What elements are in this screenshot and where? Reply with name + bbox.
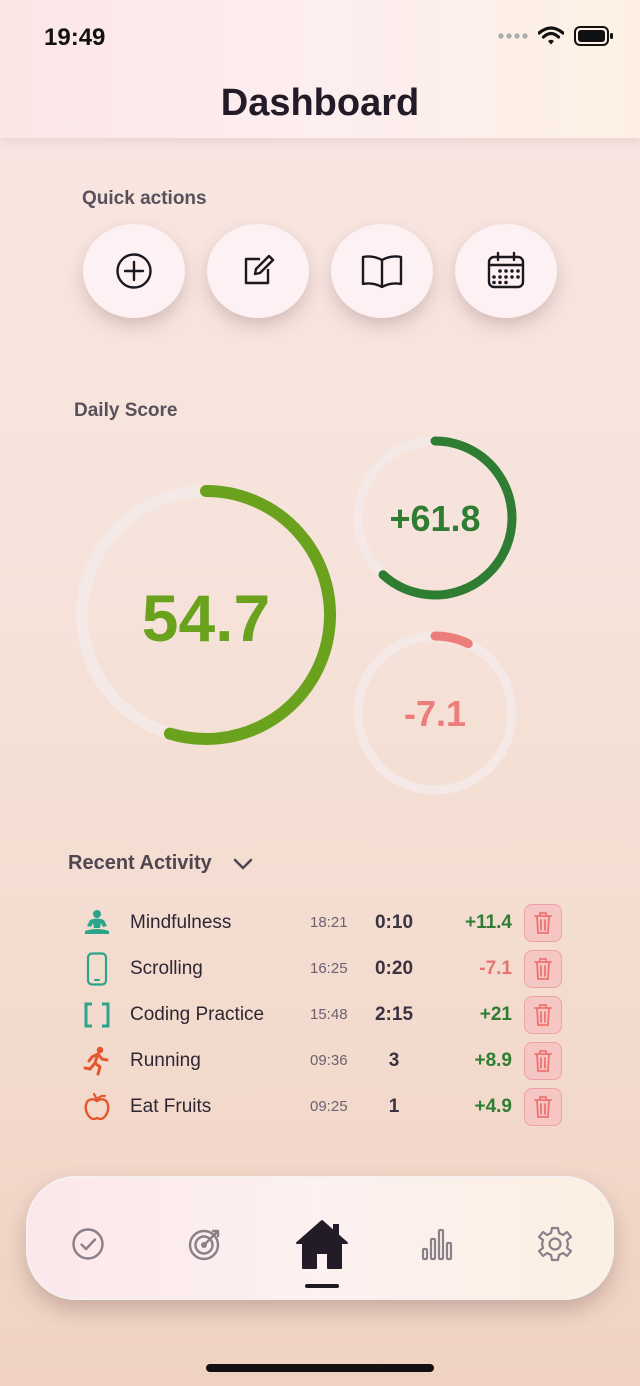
bar-chart-icon (421, 1228, 453, 1261)
activity-time: 09:36 (310, 1052, 348, 1069)
home-icon (296, 1220, 348, 1269)
activity-list: Mindfulness 18:21 0:10 +11.4 Scrolling 1… (76, 900, 576, 1130)
status-time: 19:49 (44, 24, 106, 51)
edit-note-icon (244, 254, 275, 285)
tab-settings[interactable] (523, 1212, 587, 1276)
tab-goals[interactable] (173, 1212, 237, 1276)
activity-score: +11.4 (464, 912, 512, 933)
activity-duration: 2:15 (374, 1004, 414, 1025)
activity-duration: 0:20 (374, 958, 414, 979)
trash-icon (534, 958, 552, 980)
activity-row[interactable]: Scrolling 16:25 0:20 -7.1 (76, 946, 576, 992)
home-indicator (206, 1364, 434, 1372)
calendar-icon (487, 251, 525, 289)
delete-activity-button[interactable] (524, 1042, 562, 1080)
activity-name: Running (130, 1050, 201, 1071)
activity-row[interactable]: Eat Fruits 09:25 1 +4.9 (76, 1084, 576, 1130)
main-score-value: 54.7 (141, 581, 271, 655)
running-icon (80, 1044, 114, 1078)
activity-score: +4.9 (474, 1096, 512, 1117)
activity-score: -7.1 (479, 958, 512, 979)
cellular-signal-icon (498, 33, 528, 39)
negative-score-value: -7.1 (403, 693, 467, 734)
wifi-icon (538, 26, 564, 45)
delete-activity-button[interactable] (524, 996, 562, 1034)
quick-actions-label: Quick actions (82, 188, 207, 209)
trash-icon (534, 912, 552, 934)
battery-icon (574, 26, 613, 46)
tab-stats[interactable] (406, 1212, 470, 1276)
activity-name: Mindfulness (130, 912, 232, 933)
activity-row[interactable]: Mindfulness 18:21 0:10 +11.4 (76, 900, 576, 946)
activity-name: Eat Fruits (130, 1096, 212, 1117)
tab-bar (26, 1176, 614, 1300)
trash-icon (534, 1004, 552, 1026)
check-circle-icon (72, 1228, 104, 1260)
chevron-down-icon (233, 858, 253, 869)
target-icon (188, 1229, 220, 1261)
tab-home[interactable] (290, 1212, 354, 1276)
activity-duration: 3 (388, 1050, 400, 1071)
activity-name: Coding Practice (130, 1004, 265, 1025)
activity-duration: 0:10 (374, 912, 414, 933)
code-brackets-icon (80, 998, 114, 1032)
recent-activity-toggle[interactable]: Recent Activity (68, 852, 254, 875)
phone-icon (80, 952, 114, 986)
activity-score: +21 (479, 1004, 512, 1025)
activity-duration: 1 (388, 1096, 400, 1117)
calendar-button[interactable] (455, 224, 557, 318)
page-title: Dashboard (220, 82, 420, 124)
delete-activity-button[interactable] (524, 1088, 562, 1126)
activity-time: 16:25 (310, 960, 348, 977)
status-bar: 19:49 (0, 0, 640, 80)
delete-activity-button[interactable] (524, 904, 562, 942)
positive-score-value: +61.8 (389, 498, 481, 539)
tab-tasks[interactable] (56, 1212, 120, 1276)
settings-gear-icon (537, 1226, 573, 1262)
add-circle-icon (116, 253, 152, 289)
status-icons (498, 26, 614, 46)
add-entry-button[interactable] (83, 224, 185, 318)
negative-score-ring-arc (430, 631, 473, 649)
trash-icon (534, 1050, 552, 1072)
edit-note-button[interactable] (207, 224, 309, 318)
daily-score-label: Daily Score (74, 400, 178, 421)
trash-icon (534, 1096, 552, 1118)
book-icon (361, 255, 403, 289)
activity-time: 09:25 (310, 1098, 348, 1115)
activity-row[interactable]: Coding Practice 15:48 2:15 +21 (76, 992, 576, 1038)
journal-button[interactable] (331, 224, 433, 318)
activity-time: 15:48 (310, 1006, 348, 1023)
activity-row[interactable]: Running 09:36 3 +8.9 (76, 1038, 576, 1084)
delete-activity-button[interactable] (524, 950, 562, 988)
activity-time: 18:21 (310, 914, 348, 931)
activity-score: +8.9 (474, 1050, 512, 1071)
apple-icon (80, 1090, 114, 1124)
meditation-icon (80, 906, 114, 940)
activity-name: Scrolling (130, 958, 203, 979)
recent-activity-title: Recent Activity (68, 852, 212, 874)
active-tab-indicator (305, 1284, 339, 1288)
